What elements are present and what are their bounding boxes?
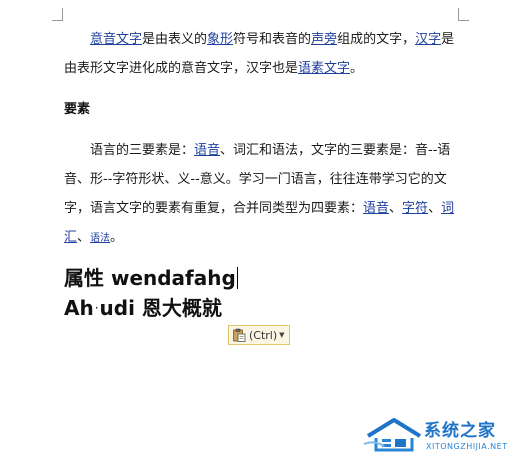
paragraph-text: 符号和表音的 (233, 32, 312, 47)
chevron-down-icon: ▼ (279, 331, 285, 339)
paragraph-text: 语言的三要素是： (90, 143, 195, 158)
paragraph-text: 组成的文字， (337, 32, 416, 47)
watermark-logo: 系统之家 XITONGZHIJIA.NET (362, 408, 522, 458)
typed-text: udi 恩大概就 (99, 296, 222, 320)
typed-line-1[interactable]: 属性 wendafahg (64, 264, 238, 292)
separator: 、 (77, 230, 91, 245)
paragraph-text: 是由表义的 (142, 32, 208, 47)
link-phonetics[interactable]: 语音 (194, 143, 220, 158)
watermark-subtitle: XITONGZHIJIA.NET (426, 442, 508, 451)
link-pictograph[interactable]: 象形 (207, 32, 233, 47)
margin-corner-mark-right (458, 8, 469, 21)
clipboard-icon (233, 328, 246, 342)
paragraph-text: 。 (110, 230, 124, 245)
link-morpheme-script[interactable]: 语素文字 (298, 61, 350, 76)
link-phonetics-2[interactable]: 语音 (363, 201, 389, 216)
link-ideographic-script[interactable]: 意音文字 (90, 32, 142, 47)
link-hanzi[interactable]: 汉字 (415, 32, 441, 47)
link-phonetic-component[interactable]: 声旁 (311, 32, 337, 47)
text-cursor (236, 267, 238, 289)
link-grammar[interactable]: 语法 (90, 233, 110, 244)
separator: 、 (428, 201, 442, 216)
section-heading: 要素 (64, 102, 91, 117)
typed-text: 属性 wendafahg (64, 266, 236, 290)
paragraph-elements: 语言的三要素是：语音、词汇和语法，文字的三要素是：音--语音、形--字符形状、义… (64, 136, 464, 253)
margin-corner-mark-left (52, 8, 63, 21)
separator: 、 (389, 201, 403, 216)
typed-text: Ah (64, 296, 94, 320)
paragraph-intro: 意音文字是由表义的象形符号和表音的声旁组成的文字，汉字是由表形文字进化成的意音文… (64, 25, 464, 83)
house-logo-icon (364, 418, 422, 452)
document-page[interactable]: 意音文字是由表义的象形符号和表音的声旁组成的文字，汉字是由表形文字进化成的意音文… (0, 0, 528, 464)
link-character[interactable]: 字符 (402, 201, 428, 216)
paste-options-label: (Ctrl) (249, 328, 278, 342)
paragraph-text: 。 (350, 61, 364, 76)
typed-line-2[interactable]: Ah·udi 恩大概就 (64, 294, 222, 322)
watermark-title: 系统之家 (424, 421, 496, 441)
paste-options-button[interactable]: (Ctrl) ▼ (228, 325, 290, 345)
